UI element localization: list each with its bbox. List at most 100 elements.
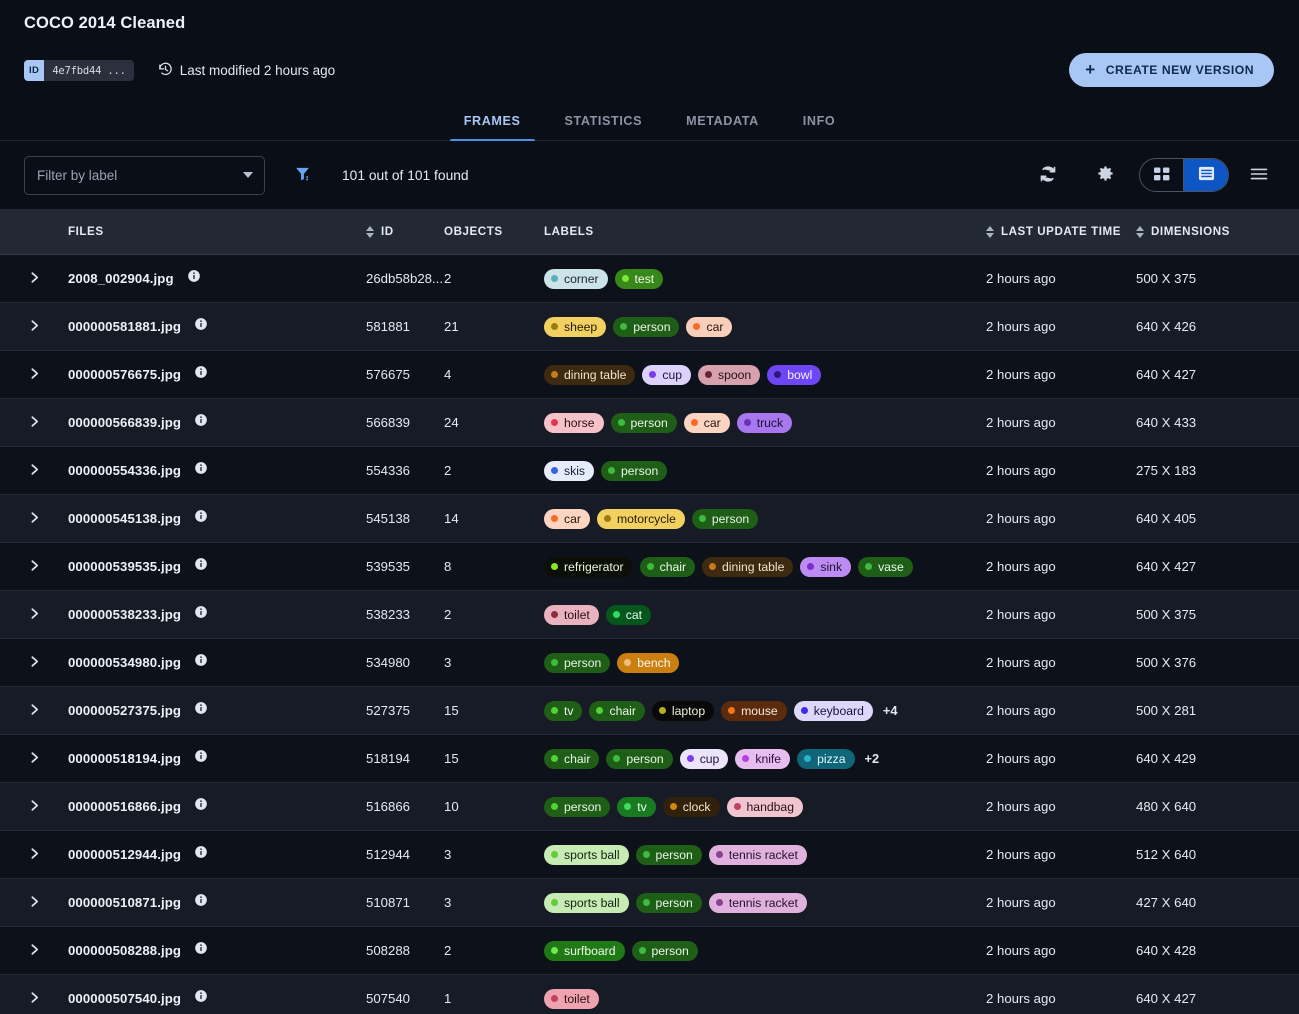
label-chip[interactable]: person xyxy=(692,509,758,529)
info-icon[interactable] xyxy=(194,845,208,864)
sort-icon-time[interactable] xyxy=(986,226,994,238)
header-files[interactable]: FILES xyxy=(68,225,366,238)
info-icon[interactable] xyxy=(194,797,208,816)
label-chip[interactable]: truck xyxy=(737,413,792,433)
label-chip[interactable]: tennis racket xyxy=(709,845,807,865)
info-icon[interactable] xyxy=(194,653,208,672)
label-chip[interactable]: sports ball xyxy=(544,893,629,913)
sort-icon-id[interactable] xyxy=(366,226,374,238)
table-row[interactable]: 000000576675.jpg 576675 4 dining table c… xyxy=(0,351,1299,399)
expand-row-button[interactable] xyxy=(22,747,47,771)
label-chip[interactable]: clock xyxy=(663,797,720,817)
label-chip[interactable]: person xyxy=(636,845,702,865)
label-chip[interactable]: cup xyxy=(680,749,729,769)
file-name[interactable]: 000000527375.jpg xyxy=(68,703,181,718)
label-chip[interactable]: chair xyxy=(589,701,644,721)
expand-row-button[interactable] xyxy=(22,267,47,291)
label-chip[interactable]: toilet xyxy=(544,605,599,625)
table-row[interactable]: 2008_002904.jpg 26db58b28... 2 corner te… xyxy=(0,255,1299,303)
label-chip[interactable]: person xyxy=(611,413,677,433)
info-icon[interactable] xyxy=(194,365,208,384)
label-chip[interactable]: tv xyxy=(544,701,582,721)
info-icon[interactable] xyxy=(194,701,208,720)
label-chip[interactable]: skis xyxy=(544,461,594,481)
table-row[interactable]: 000000518194.jpg 518194 15 chair person … xyxy=(0,735,1299,783)
label-chip[interactable]: refrigerator xyxy=(544,557,633,577)
info-icon[interactable] xyxy=(194,461,208,480)
tab-statistics[interactable]: STATISTICS xyxy=(543,114,665,140)
label-chip[interactable]: car xyxy=(686,317,732,337)
label-chip[interactable]: toilet xyxy=(544,989,599,1009)
sort-icon-dimensions[interactable] xyxy=(1136,226,1144,238)
info-icon[interactable] xyxy=(194,509,208,528)
advanced-filter-button[interactable] xyxy=(290,161,315,189)
label-chip[interactable]: surfboard xyxy=(544,941,625,961)
label-chip[interactable]: person xyxy=(544,797,610,817)
info-icon[interactable] xyxy=(194,749,208,768)
file-name[interactable]: 000000539535.jpg xyxy=(68,559,181,574)
label-chip[interactable]: mouse xyxy=(721,701,787,721)
file-name[interactable]: 000000566839.jpg xyxy=(68,415,181,430)
file-name[interactable]: 000000516866.jpg xyxy=(68,799,181,814)
file-name[interactable]: 000000581881.jpg xyxy=(68,319,181,334)
expand-row-button[interactable] xyxy=(22,795,47,819)
label-chip[interactable]: vase xyxy=(858,557,913,577)
tab-metadata[interactable]: METADATA xyxy=(664,114,781,140)
tab-frames[interactable]: FRAMES xyxy=(442,114,543,140)
table-row[interactable]: 000000539535.jpg 539535 8 refrigerator c… xyxy=(0,543,1299,591)
expand-row-button[interactable] xyxy=(22,987,47,1011)
create-new-version-button[interactable]: + CREATE NEW VERSION xyxy=(1069,53,1274,87)
table-row[interactable]: 000000527375.jpg 527375 15 tv chair lapt… xyxy=(0,687,1299,735)
file-name[interactable]: 000000518194.jpg xyxy=(68,751,181,766)
label-chip[interactable]: car xyxy=(544,509,590,529)
label-chip[interactable]: person xyxy=(636,893,702,913)
info-icon[interactable] xyxy=(194,317,208,336)
label-chip[interactable]: motorcycle xyxy=(597,509,685,529)
info-icon[interactable] xyxy=(194,989,208,1008)
info-icon[interactable] xyxy=(194,605,208,624)
refresh-button[interactable] xyxy=(1032,158,1064,193)
tab-info[interactable]: INFO xyxy=(781,114,857,140)
expand-row-button[interactable] xyxy=(22,507,47,531)
file-name[interactable]: 000000507540.jpg xyxy=(68,991,181,1006)
expand-row-button[interactable] xyxy=(22,315,47,339)
expand-row-button[interactable] xyxy=(22,699,47,723)
label-chip[interactable]: spoon xyxy=(698,365,760,385)
expand-row-button[interactable] xyxy=(22,939,47,963)
label-chip[interactable]: laptop xyxy=(652,701,714,721)
label-chip[interactable]: dining table xyxy=(544,365,635,385)
label-chip[interactable]: sports ball xyxy=(544,845,629,865)
label-chip[interactable]: corner xyxy=(544,269,608,289)
header-objects[interactable]: OBJECTS xyxy=(444,225,544,238)
label-chip[interactable]: handbag xyxy=(727,797,803,817)
table-row[interactable]: 000000554336.jpg 554336 2 skis person 2 … xyxy=(0,447,1299,495)
expand-row-button[interactable] xyxy=(22,891,47,915)
file-name[interactable]: 000000538233.jpg xyxy=(68,607,181,622)
header-dimensions[interactable]: DIMENSIONS xyxy=(1136,225,1299,238)
file-name[interactable]: 000000508288.jpg xyxy=(68,943,181,958)
label-chip[interactable]: bench xyxy=(617,653,679,673)
table-row[interactable]: 000000545138.jpg 545138 14 car motorcycl… xyxy=(0,495,1299,543)
label-chip[interactable]: person xyxy=(613,317,679,337)
label-chip[interactable]: person xyxy=(632,941,698,961)
label-chip[interactable]: tv xyxy=(617,797,655,817)
label-chip[interactable]: sink xyxy=(800,557,851,577)
label-chip[interactable]: knife xyxy=(735,749,790,769)
file-name[interactable]: 000000510871.jpg xyxy=(68,895,181,910)
table-row[interactable]: 000000507540.jpg 507540 1 toilet 2 hours… xyxy=(0,975,1299,1014)
label-chip[interactable]: tennis racket xyxy=(709,893,807,913)
expand-row-button[interactable] xyxy=(22,651,47,675)
label-chip[interactable]: chair xyxy=(544,749,599,769)
grid-view-button[interactable] xyxy=(1140,159,1184,191)
label-chip[interactable]: person xyxy=(601,461,667,481)
expand-row-button[interactable] xyxy=(22,411,47,435)
file-name[interactable]: 000000554336.jpg xyxy=(68,463,181,478)
expand-row-button[interactable] xyxy=(22,363,47,387)
label-chip[interactable]: pizza xyxy=(797,749,854,769)
file-name[interactable]: 2008_002904.jpg xyxy=(68,271,174,286)
table-row[interactable]: 000000534980.jpg 534980 3 person bench 2… xyxy=(0,639,1299,687)
label-overflow-count[interactable]: +2 xyxy=(865,751,880,766)
label-chip[interactable]: person xyxy=(606,749,672,769)
file-name[interactable]: 000000512944.jpg xyxy=(68,847,181,862)
expand-row-button[interactable] xyxy=(22,459,47,483)
